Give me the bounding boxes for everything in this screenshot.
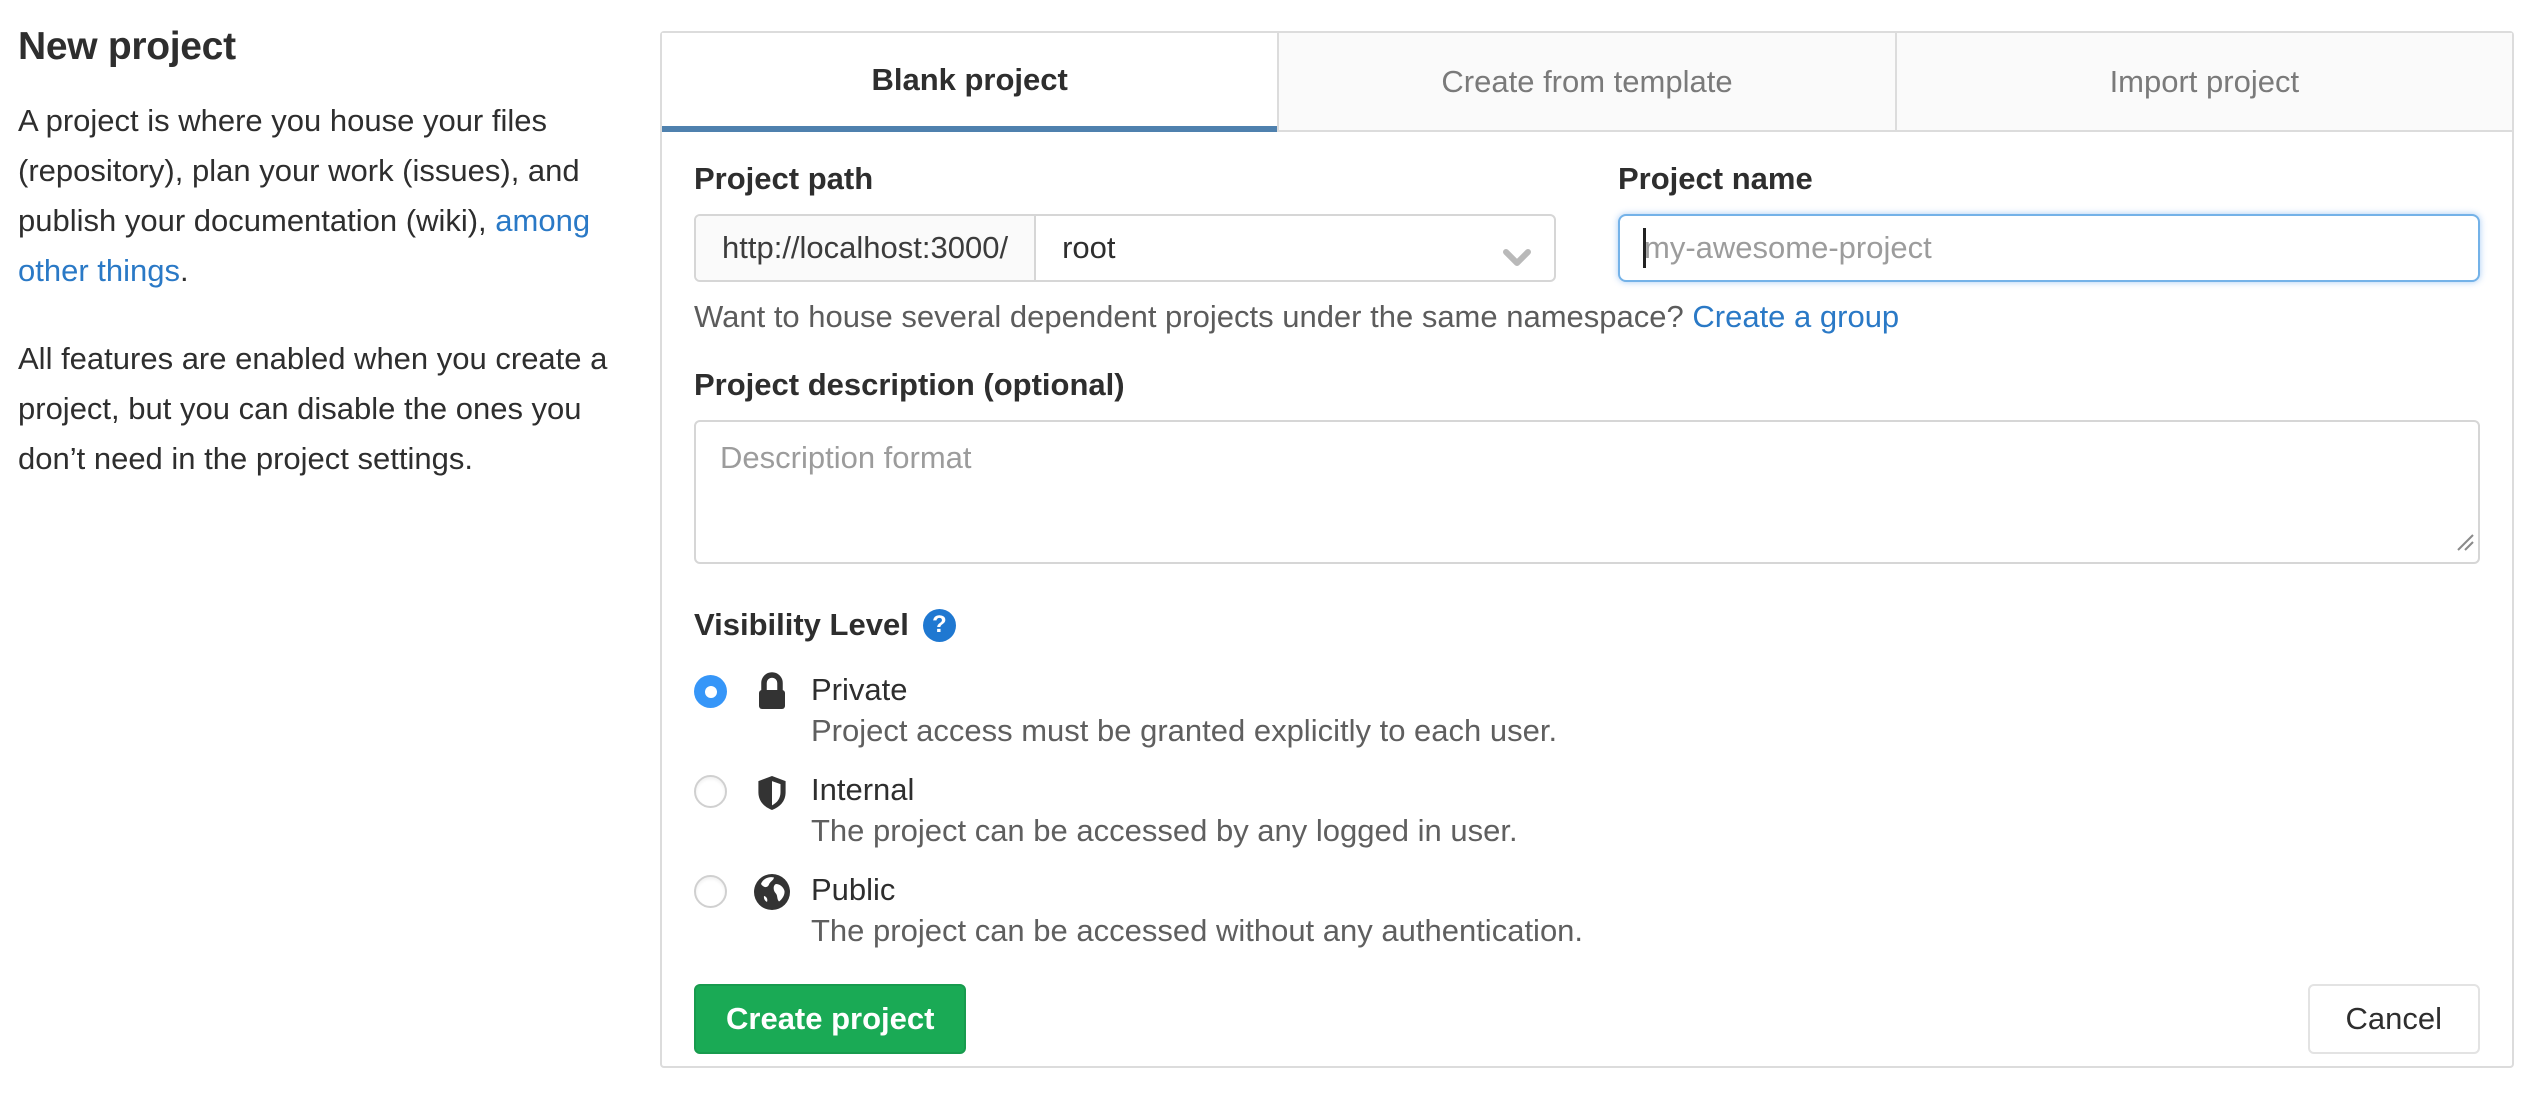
public-radio[interactable] [694,875,727,908]
visibility-option-private[interactable]: Private Project access must be granted e… [694,670,2480,750]
intro-paragraph-1: A project is where you house your files … [18,96,614,296]
new-project-card: Blank project Create from template Impor… [660,31,2514,1068]
tab-create-from-template[interactable]: Create from template [1277,33,1895,132]
project-description-wrap [694,420,2480,564]
visibility-option-public[interactable]: Public The project can be accessed witho… [694,870,2480,950]
project-path-group: http://localhost:3000/ root [694,214,1556,282]
internal-option-text: Internal The project can be accessed by … [811,770,1518,850]
project-description-label: Project description (optional) [694,367,1125,402]
private-option-text: Private Project access must be granted e… [811,670,1557,750]
tab-import-project[interactable]: Import project [1894,33,2512,132]
public-option-text: Public The project can be accessed witho… [811,870,1583,950]
project-type-tabs: Blank project Create from template Impor… [662,33,2512,132]
public-option-name: Public [811,872,896,907]
private-option-name: Private [811,672,908,707]
page-title: New project [18,25,236,68]
namespace-selected-value: root [1062,230,1116,265]
public-option-description: The project can be accessed without any … [811,913,1584,948]
private-radio[interactable] [694,675,727,708]
visibility-level-row: Visibility Level ? [694,606,2480,644]
internal-radio[interactable] [694,775,727,808]
create-a-group-link[interactable]: Create a group [1692,299,1899,334]
chevron-down-icon [1502,240,1532,276]
intro-text-after-link: . [180,253,189,288]
new-project-form: Project path http://localhost:3000/ root… [662,132,2512,1054]
internal-option-name: Internal [811,772,915,807]
visibility-level-label: Visibility Level [694,607,909,642]
project-name-label: Project name [1618,161,1813,196]
shield-icon [751,772,793,814]
lock-icon [751,672,793,712]
text-caret [1643,228,1646,268]
visibility-option-internal[interactable]: Internal The project can be accessed by … [694,770,2480,850]
tab-blank-project[interactable]: Blank project [662,33,1278,132]
url-prefix-addon: http://localhost:3000/ [696,216,1037,280]
project-name-wrap [1618,214,2480,282]
create-project-button[interactable]: Create project [694,984,967,1054]
project-description-textarea[interactable] [694,420,2480,564]
namespace-hint-text: Want to house several dependent projects… [694,299,1684,334]
resize-grip-icon[interactable] [2456,533,2474,556]
private-option-description: Project access must be granted explicitl… [811,713,1558,748]
internal-option-description: The project can be accessed by any logge… [811,813,1518,848]
intro-paragraph-2: All features are enabled when you create… [18,341,608,476]
sidebar-intro: New project A project is where you house… [18,24,614,522]
cancel-button[interactable]: Cancel [2307,984,2480,1054]
project-name-input[interactable] [1618,214,2480,282]
form-actions: Create project Cancel [694,984,2480,1054]
visibility-options: Private Project access must be granted e… [694,670,2480,950]
globe-icon [751,872,793,912]
question-circle-icon[interactable]: ? [922,608,956,642]
project-path-label: Project path [694,161,874,196]
namespace-hint: Want to house several dependent projects… [694,298,2480,336]
namespace-select[interactable]: root [1036,216,1554,280]
